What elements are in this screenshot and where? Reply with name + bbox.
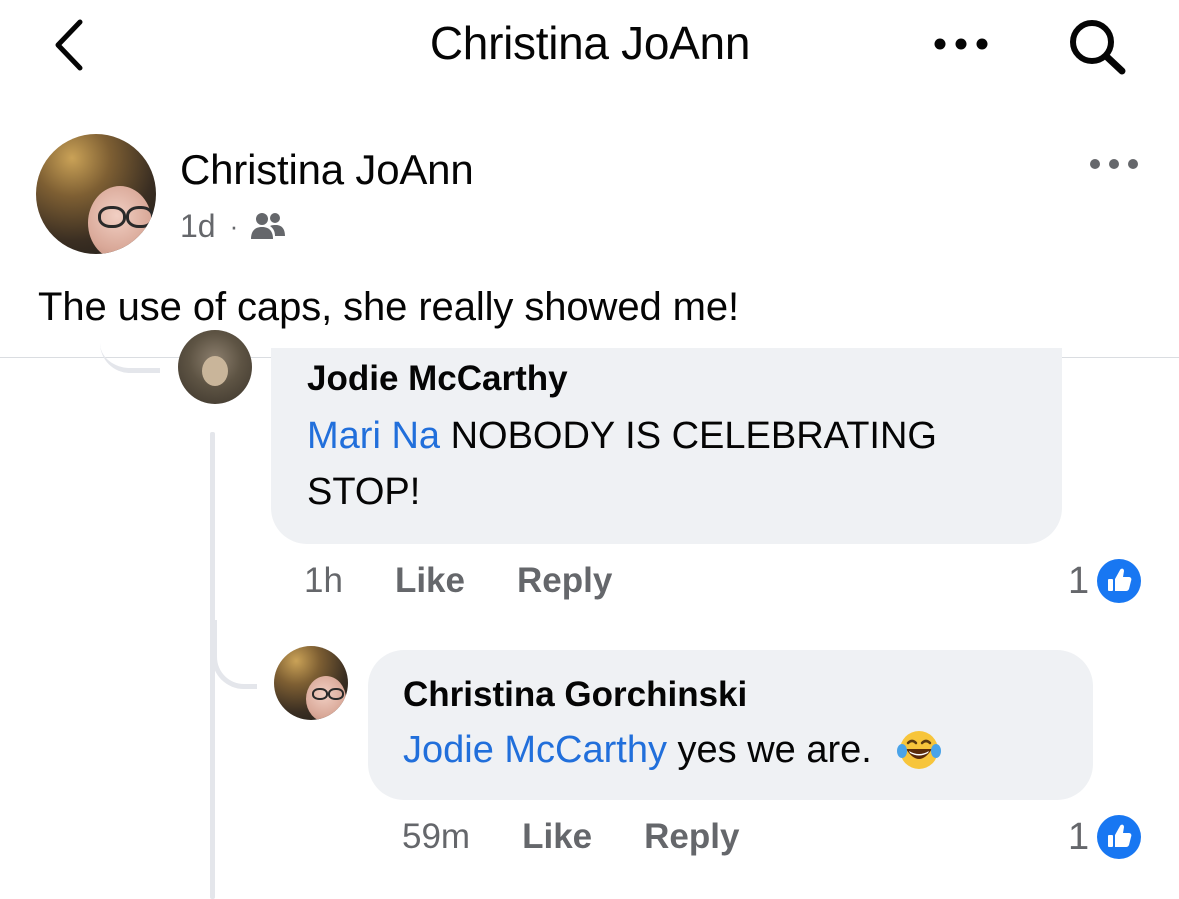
thumbs-up-icon — [1093, 555, 1146, 607]
comment-author[interactable]: Jodie McCarthy — [307, 356, 568, 402]
post-timestamp[interactable]: 1d — [180, 204, 216, 248]
search-button[interactable] — [1062, 16, 1132, 78]
page-title: Christina JoAnn — [429, 17, 751, 69]
comment-body: yes we are. — [666, 729, 872, 771]
thread-connector — [100, 330, 160, 373]
author-avatar[interactable] — [36, 134, 156, 254]
reply-button[interactable]: Reply — [517, 558, 612, 604]
chevron-left-icon — [55, 19, 83, 71]
like-button[interactable]: Like — [395, 558, 465, 604]
reply-button[interactable]: Reply — [644, 814, 739, 860]
post-more-button[interactable] — [1086, 146, 1142, 180]
like-button[interactable]: Like — [522, 814, 592, 860]
comment-actions: 59m Like Reply — [402, 814, 739, 860]
comment-text: Jodie McCarthy yes we are. — [403, 722, 942, 778]
comment-timestamp: 1h — [304, 561, 343, 600]
commenter-avatar[interactable] — [178, 330, 252, 404]
more-horizontal-icon — [934, 38, 988, 50]
commenter-avatar[interactable] — [274, 646, 348, 720]
back-button[interactable] — [40, 14, 100, 76]
meta-separator: · — [229, 211, 239, 241]
search-icon — [1070, 20, 1126, 75]
header-more-button[interactable] — [930, 22, 994, 62]
comment-author[interactable]: Christina Gorchinski — [403, 672, 747, 718]
post-text: The use of caps, she really showed me! — [38, 285, 740, 329]
thumbs-up-icon — [1093, 811, 1146, 863]
like-count: 1 — [1068, 816, 1090, 858]
mention-link[interactable]: Mari Na — [307, 415, 440, 457]
post-author-name[interactable]: Christina JoAnn — [180, 144, 474, 196]
more-horizontal-icon — [1090, 159, 1138, 169]
comment-actions: 1h Like Reply — [304, 558, 612, 604]
comment-timestamp: 59m — [402, 817, 471, 856]
reply-connector — [212, 620, 257, 689]
like-count: 1 — [1068, 560, 1090, 602]
comment-text: Mari Na NOBODY IS CELEBRATING STOP! — [307, 408, 1047, 520]
laughing-tears-emoji-icon — [896, 729, 942, 771]
reaction-summary[interactable]: 1 — [1068, 811, 1146, 863]
reaction-summary[interactable]: 1 — [1068, 555, 1146, 607]
post-meta: 1d · — [180, 204, 286, 248]
friends-icon[interactable] — [250, 211, 286, 241]
mention-link[interactable]: Jodie McCarthy — [403, 722, 667, 778]
